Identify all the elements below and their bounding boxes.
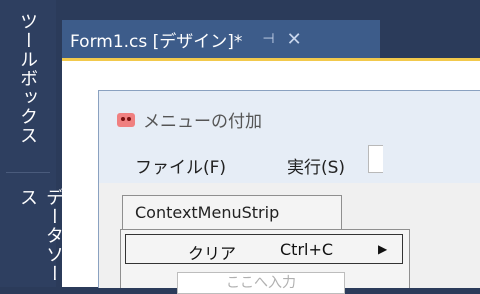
menu-item-shortcut: Ctrl+C [280, 240, 334, 259]
form-title-text: メニューの付加 [143, 112, 262, 132]
submenu-arrow-icon: ▶ [378, 242, 388, 256]
menu-run[interactable]: 実行(S) [287, 153, 345, 178]
tab-underline [62, 58, 480, 61]
document-tab[interactable]: Form1.cs [デザイン]* ⊣ ✕ [62, 20, 380, 58]
document-tab-title: Form1.cs [デザイン]* [70, 31, 243, 52]
menu-item-label: クリア [188, 244, 237, 263]
form-icon [117, 112, 135, 127]
context-menu-strip-dropdown: クリア Ctrl+C ▶ ここへ入力 [120, 229, 410, 294]
side-divider [6, 172, 50, 173]
datasource-tab[interactable]: データソース [14, 188, 66, 287]
form-title: メニューの付加 [117, 107, 262, 132]
menu-item-clear[interactable]: クリア Ctrl+C ▶ [125, 234, 403, 264]
menu-file[interactable]: ファイル(F) [135, 153, 226, 178]
pin-icon[interactable]: ⊣ [262, 31, 274, 47]
context-menu-strip-tab[interactable]: ContextMenuStrip [122, 195, 342, 229]
type-here-input[interactable]: ここへ入力 [177, 272, 345, 294]
form-textbox[interactable] [368, 145, 383, 173]
tool-window-strip: ツールボックス データソース [0, 0, 64, 287]
close-icon[interactable]: ✕ [287, 29, 302, 50]
context-menu-strip-label: ContextMenuStrip [135, 203, 280, 222]
menubar: ファイル(F) 実行(S) [99, 149, 480, 179]
toolbox-tab[interactable]: ツールボックス [14, 12, 40, 145]
